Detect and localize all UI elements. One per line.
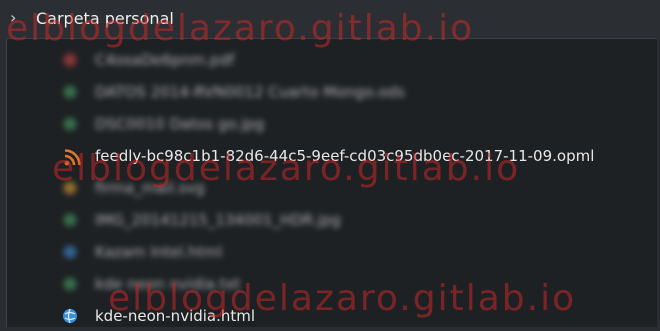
file-list-item[interactable]: DSC0010 Datos go.jpg [7, 109, 657, 139]
image-icon [62, 116, 78, 132]
pdf-icon [62, 52, 78, 68]
html-globe-icon [62, 308, 78, 324]
html-icon [62, 244, 78, 260]
file-name: Kazam Intel.html [95, 243, 223, 261]
file-name: DATOS 2014-RVN0012 Cuarto Mongo.ods [95, 83, 405, 101]
watermark-text: elblogdelazaro.gitlab.io [52, 148, 521, 189]
text-icon [62, 276, 78, 292]
image-icon [62, 212, 78, 228]
file-list-item[interactable]: DATOS 2014-RVN0012 Cuarto Mongo.ods [7, 77, 657, 107]
watermark-text: elblogdelazaro.gitlab.io [108, 278, 577, 319]
watermark-text: elblogdelazaro.gitlab.io [6, 8, 475, 49]
spreadsheet-icon [62, 84, 78, 100]
file-name: IMG_20141215_134001_HDR.jpg [95, 211, 341, 229]
file-name: DSC0010 Datos go.jpg [95, 115, 265, 133]
file-list-item[interactable]: Kazam Intel.html [7, 237, 657, 267]
file-list-item[interactable]: C4osaDe6pnm.pdf [7, 45, 657, 75]
file-name: C4osaDe6pnm.pdf [95, 51, 235, 69]
file-list-item[interactable]: IMG_20141215_134001_HDR.jpg [7, 205, 657, 235]
